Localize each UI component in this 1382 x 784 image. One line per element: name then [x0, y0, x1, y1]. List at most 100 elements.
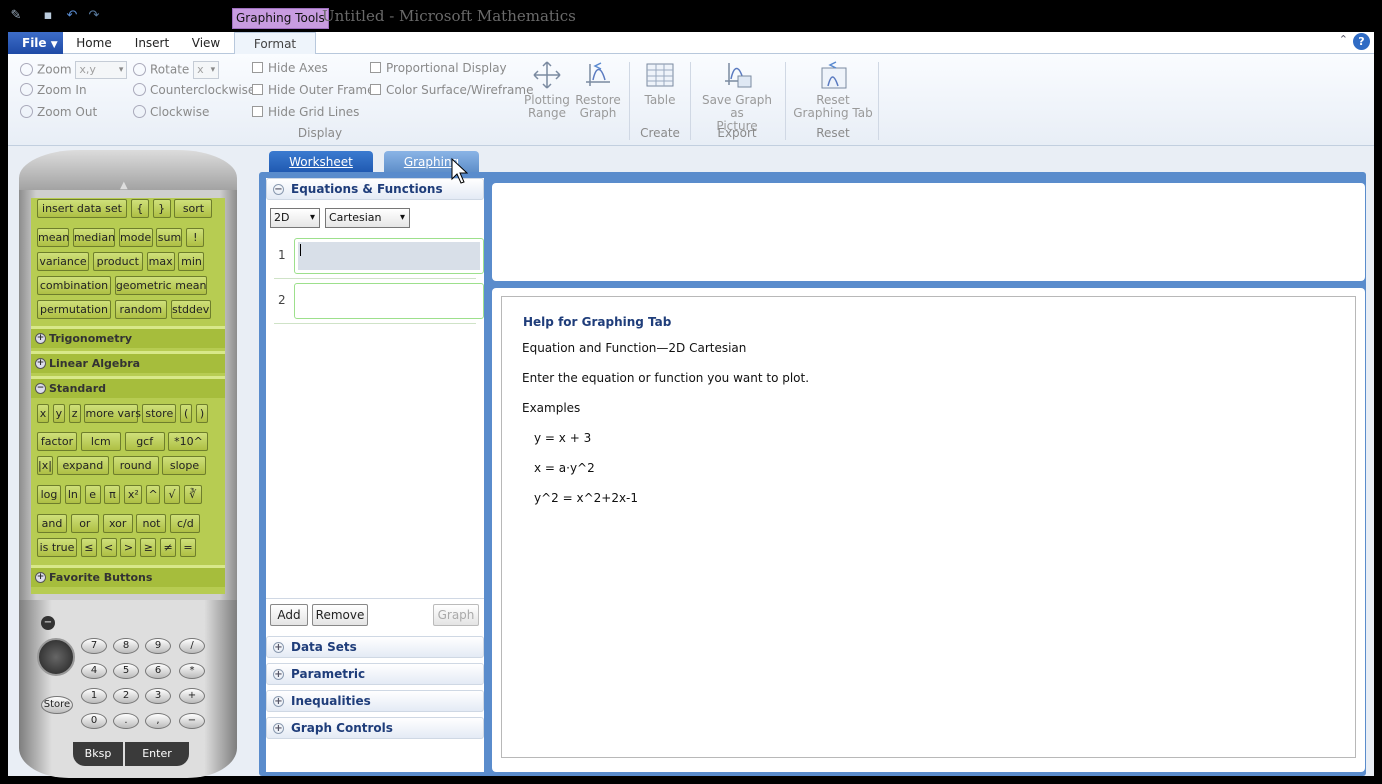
calc-key[interactable]: < — [100, 538, 117, 557]
minus-circle-icon[interactable]: − — [41, 616, 55, 630]
calc-key[interactable]: not — [136, 514, 167, 533]
keypad-key[interactable]: . — [113, 713, 139, 729]
file-menu-button[interactable]: File ▼ — [8, 32, 63, 54]
keypad-key[interactable]: 9 — [145, 638, 171, 654]
calc-key[interactable]: *10^ — [168, 432, 209, 451]
calc-key[interactable]: ^ — [146, 485, 161, 504]
proportional-display-toggle[interactable]: Proportional Display — [370, 61, 507, 75]
keypad-key[interactable]: 5 — [113, 663, 139, 679]
calc-key[interactable]: median — [72, 228, 115, 247]
calc-key[interactable]: geometric mean — [114, 276, 207, 295]
calc-key[interactable]: mean — [37, 228, 69, 247]
reset-graphing-tab-button[interactable]: Reset Graphing Tab — [792, 60, 874, 120]
calc-key[interactable]: √ — [163, 485, 180, 504]
plotting-range-button[interactable]: Plotting Range — [522, 60, 572, 120]
calc-key[interactable]: |x| — [37, 456, 53, 475]
dimension-select[interactable]: 2D — [270, 208, 320, 228]
calc-key[interactable]: ) — [195, 404, 208, 423]
calc-key[interactable]: e — [84, 485, 101, 504]
direction-pad[interactable] — [37, 638, 75, 676]
calc-key[interactable]: = — [179, 538, 196, 557]
keypad-key[interactable]: 0 — [81, 713, 107, 729]
keypad-key[interactable]: 3 — [145, 688, 171, 704]
calc-key[interactable]: expand — [56, 456, 109, 475]
calc-key[interactable]: permutation — [37, 300, 111, 319]
parametric-header[interactable]: + Parametric — [266, 663, 484, 685]
calc-key[interactable]: ln — [64, 485, 81, 504]
calc-key[interactable]: ≠ — [160, 538, 177, 557]
keypad-key[interactable]: 4 — [81, 663, 107, 679]
counterclockwise-button[interactable]: Counterclockwise — [133, 83, 255, 97]
calc-key[interactable]: max — [146, 252, 175, 271]
tab-home[interactable]: Home — [72, 32, 116, 54]
calc-key[interactable]: c/d — [170, 514, 201, 533]
save-icon[interactable]: ▪ — [40, 8, 56, 24]
keypad-key[interactable]: / — [179, 638, 205, 654]
calc-key[interactable]: log — [37, 485, 61, 504]
color-surface-toggle[interactable]: Color Surface/Wireframe — [370, 83, 533, 97]
rotate-axis-select[interactable]: x — [193, 61, 220, 79]
zoom-in-button[interactable]: Zoom In — [20, 83, 87, 97]
collapse-ribbon-icon[interactable]: ⌃ — [1339, 33, 1348, 46]
zoom-out-button[interactable]: Zoom Out — [20, 105, 97, 119]
calc-key[interactable]: gcf — [124, 432, 165, 451]
app-icon[interactable]: ✎ — [8, 8, 24, 24]
calc-key[interactable]: ( — [180, 404, 193, 423]
keypad-key[interactable]: 8 — [113, 638, 139, 654]
store-button[interactable]: Store — [41, 696, 73, 714]
calc-key[interactable]: ≤ — [80, 538, 97, 557]
section-favorite-buttons[interactable]: + Favorite Buttons — [31, 565, 225, 587]
calc-key[interactable]: { — [130, 199, 149, 218]
section-standard[interactable]: − Standard — [31, 376, 225, 398]
calc-key[interactable]: ≥ — [140, 538, 157, 557]
graph-controls-header[interactable]: + Graph Controls — [266, 717, 484, 739]
keypad-key[interactable]: − — [179, 713, 205, 729]
calc-key[interactable]: ! — [186, 228, 205, 247]
calc-key[interactable]: round — [112, 456, 159, 475]
graph-canvas[interactable] — [492, 183, 1365, 281]
keypad-key[interactable]: 6 — [145, 663, 171, 679]
section-trigonometry[interactable]: + Trigonometry — [31, 326, 225, 348]
hide-outer-frame-toggle[interactable]: Hide Outer Frame — [252, 83, 374, 97]
calc-key[interactable]: variance — [37, 252, 89, 271]
hide-grid-lines-toggle[interactable]: Hide Grid Lines — [252, 105, 359, 119]
calc-key[interactable]: or — [70, 514, 99, 533]
clockwise-button[interactable]: Clockwise — [133, 105, 209, 119]
equation-input[interactable] — [294, 283, 484, 319]
calc-key[interactable]: lcm — [80, 432, 121, 451]
keypad-key[interactable]: * — [179, 663, 205, 679]
add-button[interactable]: Add — [270, 604, 308, 626]
save-graph-button[interactable]: Save Graph as Picture — [696, 60, 778, 133]
tab-insert[interactable]: Insert — [130, 32, 174, 54]
calc-key[interactable]: product — [92, 252, 143, 271]
table-button[interactable]: Table — [638, 60, 682, 107]
tab-format[interactable]: Format — [234, 32, 316, 55]
calc-key[interactable]: y — [52, 404, 65, 423]
keypad-key[interactable]: 7 — [81, 638, 107, 654]
zoom-select[interactable]: x,y — [75, 61, 128, 79]
calc-key[interactable]: more vars — [84, 404, 141, 423]
calc-key[interactable]: is true — [37, 538, 77, 557]
calc-key[interactable]: mode — [118, 228, 153, 247]
data-sets-header[interactable]: + Data Sets — [266, 636, 484, 658]
calc-key[interactable]: random — [114, 300, 167, 319]
keypad-key[interactable]: + — [179, 688, 205, 704]
calc-key[interactable]: } — [152, 199, 171, 218]
undo-icon[interactable]: ↶ — [64, 8, 80, 24]
hide-axes-toggle[interactable]: Hide Axes — [252, 61, 328, 75]
restore-graph-button[interactable]: Restore Graph — [574, 60, 622, 120]
calc-key[interactable]: insert data set — [37, 199, 127, 218]
calc-key[interactable]: slope — [162, 456, 207, 475]
calc-key[interactable]: sort — [174, 199, 213, 218]
calc-key[interactable]: z — [68, 404, 81, 423]
graph-button[interactable]: Graph — [433, 604, 479, 626]
calc-key[interactable]: min — [178, 252, 205, 271]
section-linear-algebra[interactable]: + Linear Algebra — [31, 351, 225, 373]
remove-button[interactable]: Remove — [312, 604, 368, 626]
keypad-key[interactable]: 2 — [113, 688, 139, 704]
calc-key[interactable]: x² — [124, 485, 143, 504]
calc-key[interactable]: xor — [102, 514, 133, 533]
calc-key[interactable]: > — [120, 538, 137, 557]
keypad-key[interactable]: 1 — [81, 688, 107, 704]
redo-icon[interactable]: ↷ — [86, 8, 102, 24]
